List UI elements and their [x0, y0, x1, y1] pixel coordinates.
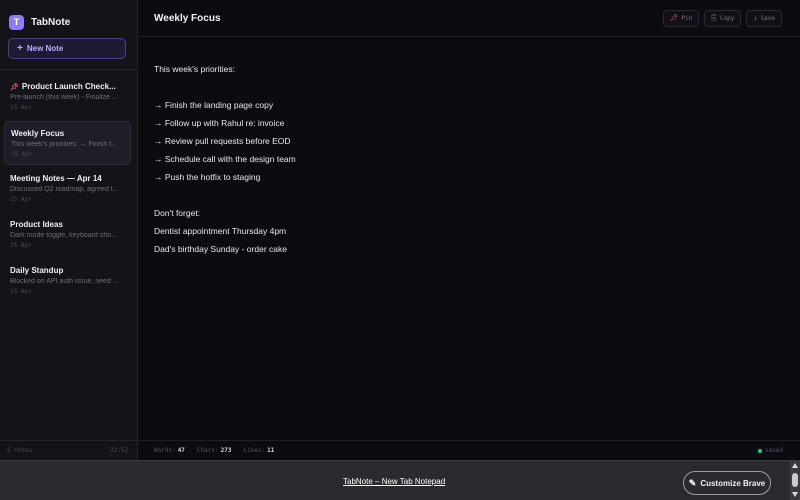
note-item-meeting-notes[interactable]: Meeting Notes — Apr 14 Discussed Q2 road…: [4, 167, 131, 211]
save-label: Save: [760, 14, 775, 22]
chars-stat: Chars: 273: [197, 447, 232, 454]
brand-name: TabNote: [31, 16, 71, 28]
pin-label: Pin: [681, 14, 693, 22]
note-preview: Pre-launch (this week) - Finalize ...: [10, 94, 118, 101]
footer-time: 22:52: [109, 447, 128, 454]
chars-label: Chars:: [196, 447, 219, 454]
extension-link[interactable]: TabNote – New Tab Notepad: [343, 477, 445, 486]
note-date: 15 Apr: [10, 288, 32, 295]
note-title: Product Ideas: [10, 220, 63, 229]
note-title-text: Product Launch Check...: [21, 82, 116, 91]
plus-icon: +: [17, 42, 23, 54]
note-item-product-ideas[interactable]: Product Ideas Dark mode toggle, keyboard…: [4, 213, 131, 257]
words-label: Words:: [154, 447, 176, 454]
note-item-weekly-focus[interactable]: Weekly Focus This week's priorities: → F…: [4, 121, 131, 165]
brave-bottom-bar: TabNote – New Tab Notepad ✎ Customize Br…: [0, 460, 800, 500]
editor-line: Don't forget:: [154, 208, 201, 218]
customize-brave-button[interactable]: ✎ Customize Brave: [683, 471, 771, 495]
pinned-icon: 📌︎: [10, 83, 19, 91]
action-group: 📌︎ Pin ⎘ Copy ↓ Save: [662, 9, 782, 27]
tabnote-app: T TabNote + New Note 📌︎ Product Launch Ch…: [0, 0, 800, 460]
note-title: Weekly Focus: [11, 129, 65, 138]
note-title: 📌︎ Product Launch Check...: [10, 82, 125, 91]
scroll-down-icon[interactable]: [792, 492, 798, 497]
lines-value: 11: [267, 447, 275, 454]
pin-button[interactable]: 📌︎ Pin: [662, 9, 700, 27]
words-value: 47: [177, 447, 185, 454]
editor-line: → Finish the landing page copy: [154, 100, 274, 110]
note-item-product-launch[interactable]: 📌︎ Product Launch Check... Pre-launch (th…: [4, 75, 131, 119]
new-note-button[interactable]: + New Note: [8, 38, 126, 59]
status-bar: Words: 47 Chars: 273 Lines: 11 saved: [138, 440, 800, 460]
sidebar-footer: 5 notes 22:52: [0, 440, 137, 460]
note-preview: Discussed Q2 roadmap, agreed t...: [10, 186, 119, 193]
editor-line: Dentist appointment Thursday 4pm: [154, 226, 287, 236]
save-icon: ↓: [753, 14, 758, 22]
chars-value: 273: [220, 447, 232, 454]
scroll-thumb[interactable]: [792, 473, 798, 487]
editor-line: Dad's birthday Sunday - order cake: [154, 244, 287, 254]
editor-line: → Schedule call with the design team: [154, 154, 296, 164]
sidebar-divider: [0, 69, 137, 70]
note-list: 📌︎ Product Launch Check... Pre-launch (th…: [4, 75, 131, 305]
editor-line: → Review pull requests before EOD: [154, 136, 291, 146]
note-preview: Blocked on API auth issue, need ...: [10, 278, 119, 285]
editor-line: → Push the hotfix to staging: [154, 172, 261, 182]
pencil-icon: ✎: [688, 477, 697, 488]
save-button[interactable]: ↓ Save: [746, 9, 782, 27]
new-note-label: New Note: [26, 44, 64, 53]
note-stats: Words: 47 Chars: 273 Lines: 11: [154, 447, 274, 454]
words-stat: Words: 47: [154, 447, 185, 454]
scroll-up-icon[interactable]: [792, 463, 798, 468]
brand-logo: T: [9, 14, 24, 30]
note-date: 15 Apr: [10, 196, 32, 203]
note-heading[interactable]: Weekly Focus: [154, 13, 221, 24]
editor-toolbar: Weekly Focus 📌︎ Pin ⎘ Copy ↓ Save: [138, 0, 800, 37]
lines-label: Lines:: [243, 447, 266, 454]
note-preview: Dark mode toggle, keyboard sho...: [10, 232, 118, 239]
customize-label: Customize Brave: [700, 478, 766, 488]
note-date: 15 Apr: [10, 242, 32, 249]
copy-label: Copy: [719, 14, 735, 22]
lines-stat: Lines: 11: [243, 447, 274, 454]
note-date: 15 Apr: [10, 104, 32, 111]
saved-indicator: saved: [757, 447, 783, 454]
editor-line: → Follow up with Rahul re: invoice: [154, 118, 285, 128]
editor-pane: Weekly Focus 📌︎ Pin ⎘ Copy ↓ Save This w…: [138, 0, 800, 460]
pin-icon: 📌︎: [669, 14, 679, 22]
note-title: Daily Standup: [10, 266, 64, 275]
editor-line: This week's priorities:: [154, 64, 235, 74]
note-date: 15 Apr: [11, 151, 33, 158]
copy-button[interactable]: ⎘ Copy: [704, 9, 742, 27]
brand: T TabNote: [0, 0, 137, 32]
note-item-daily-standup[interactable]: Daily Standup Blocked on API auth issue,…: [4, 259, 131, 303]
saved-label: saved: [764, 447, 783, 454]
saved-dot-icon: [757, 448, 762, 453]
note-preview: This week's priorities: → Finish t...: [11, 141, 117, 148]
note-editor[interactable]: This week's priorities: → Finish the lan…: [138, 37, 800, 281]
page-scrollbar[interactable]: [790, 460, 800, 500]
copy-icon: ⎘: [711, 13, 717, 22]
sidebar: T TabNote + New Note 📌︎ Product Launch Ch…: [0, 0, 138, 460]
note-title: Meeting Notes — Apr 14: [10, 174, 102, 183]
note-count: 5 notes: [7, 447, 33, 454]
